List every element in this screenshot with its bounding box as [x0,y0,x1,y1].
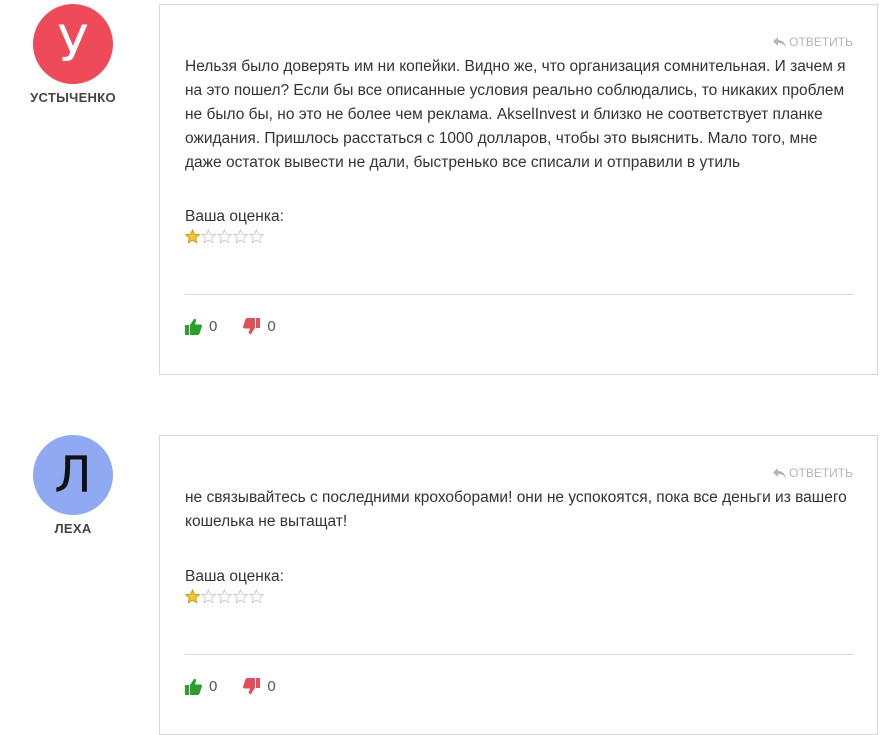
comment-item: У УСТЫЧЕНКО ОТВЕТИТЬ Нельзя было доверят… [0,0,896,375]
star-filled-icon[interactable] [185,229,200,244]
dislike-button[interactable]: 0 [243,678,276,695]
star-empty-icon[interactable] [233,229,248,244]
reply-label: ОТВЕТИТЬ [789,466,853,480]
divider [185,294,854,295]
like-button[interactable]: 0 [185,678,217,695]
rating-label: Ваша оценка: [185,208,284,225]
thumbs-up-icon [185,318,202,335]
rating-label: Ваша оценка: [185,568,284,585]
comment-author: УСТЫЧЕНКО [30,90,116,105]
like-button[interactable]: 0 [185,318,217,335]
star-empty-icon[interactable] [201,589,216,604]
star-empty-icon[interactable] [233,589,248,604]
avatar: У [33,4,113,84]
comment-box: ОТВЕТИТЬ не связывайтесь с последними кр… [159,435,878,735]
vote-bar: 0 0 [185,678,276,695]
thumbs-up-icon [185,678,202,695]
star-empty-icon[interactable] [201,229,216,244]
comment-item: Л ЛЕХА ОТВЕТИТЬ не связывайтесь с послед… [0,430,896,735]
star-filled-icon[interactable] [185,589,200,604]
star-rating[interactable] [185,589,264,604]
comment-text: не связывайтесь с последними крохоборами… [185,489,847,530]
reply-button[interactable]: ОТВЕТИТЬ [773,466,853,480]
star-empty-icon[interactable] [217,229,232,244]
like-count: 0 [209,318,218,335]
comment-author: ЛЕХА [54,521,92,536]
dislike-button[interactable]: 0 [243,318,276,335]
reply-button[interactable]: ОТВЕТИТЬ [773,35,853,49]
comment-box: ОТВЕТИТЬ Нельзя было доверять им ни копе… [159,4,878,375]
reply-icon [773,467,787,478]
star-empty-icon[interactable] [217,589,232,604]
avatar-letter: У [57,15,89,73]
star-empty-icon[interactable] [249,589,264,604]
reply-icon [773,36,787,47]
comment-text: Нельзя было доверять им ни копейки. Видн… [185,58,846,171]
avatar: Л [33,435,113,515]
star-empty-icon[interactable] [249,229,264,244]
star-rating[interactable] [185,229,264,244]
divider [185,654,854,655]
thumbs-down-icon [243,678,261,695]
vote-bar: 0 0 [185,318,276,335]
like-count: 0 [209,678,218,695]
dislike-count: 0 [267,678,276,695]
thumbs-down-icon [243,318,261,335]
dislike-count: 0 [267,318,276,335]
reply-label: ОТВЕТИТЬ [789,35,853,49]
avatar-letter: Л [54,446,92,504]
